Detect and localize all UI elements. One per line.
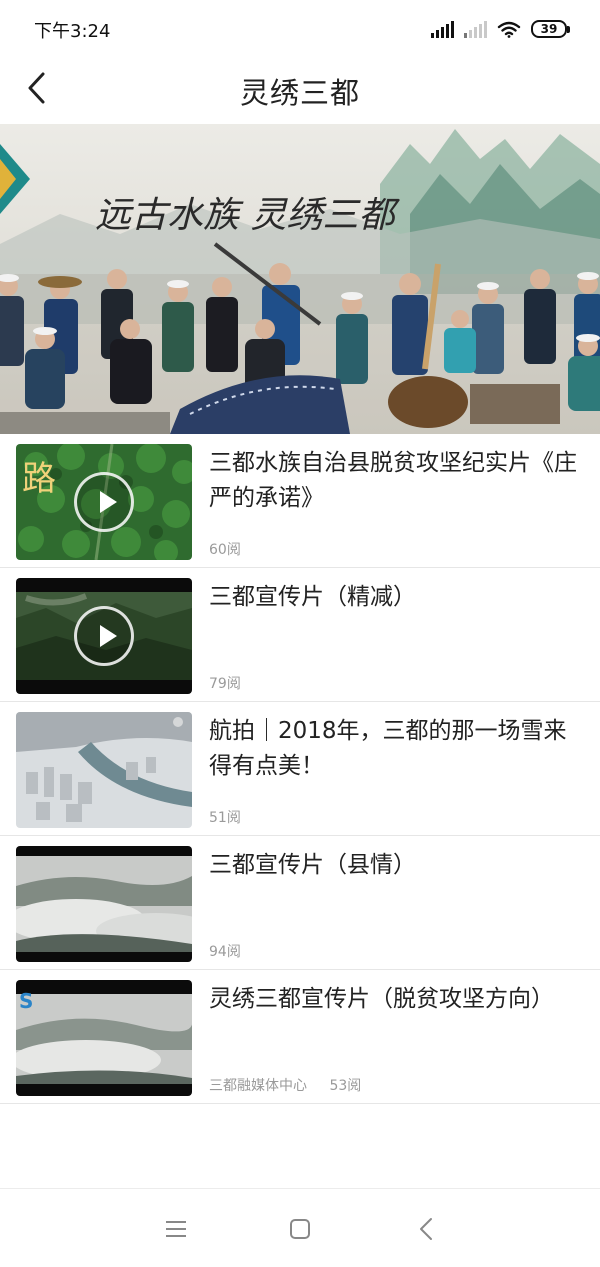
battery-level: 39 <box>531 20 567 38</box>
page-title: 灵绣三都 <box>239 76 360 110</box>
back-icon <box>420 1218 432 1240</box>
thumbnail-image: S <box>16 980 192 1096</box>
svg-text:S: S <box>19 989 33 1013</box>
list-item[interactable]: 三都宣传片（县情） 94阅 <box>0 836 600 970</box>
thumbnail-image <box>16 846 192 962</box>
video-title[interactable]: 三都水族自治县脱贫攻坚纪实片《庄严的承诺》 <box>209 446 585 516</box>
read-count: 60阅 <box>209 542 241 558</box>
video-thumbnail[interactable] <box>16 578 192 694</box>
video-meta: 51阅 <box>209 807 241 827</box>
read-count: 53阅 <box>329 1078 362 1094</box>
video-title[interactable]: 航拍｜2018年，三都的那一场雪来得有点美！ <box>209 714 585 784</box>
thumbnail-image <box>16 712 192 828</box>
status-time: 下午3:24 <box>34 21 111 42</box>
video-meta: 三都融媒体中心 53阅 <box>209 1075 361 1095</box>
video-meta: 60阅 <box>209 539 241 559</box>
video-title[interactable]: 灵绣三都宣传片（脱贫攻坚方向） <box>209 982 585 1017</box>
read-count: 51阅 <box>209 810 241 826</box>
video-thumbnail[interactable] <box>16 712 192 828</box>
video-list: 路 三都水族自治县脱贫攻坚纪实片《庄严的承诺》 60阅 三都宣传片（精减） 79… <box>0 434 600 1104</box>
list-item[interactable]: 航拍｜2018年，三都的那一场雪来得有点美！ 51阅 <box>0 702 600 836</box>
banner-caption: 远古水族 灵绣三都 <box>95 195 400 236</box>
banner-image[interactable]: 远古水族 灵绣三都 <box>0 124 600 434</box>
banner-artwork: 远古水族 灵绣三都 <box>0 124 600 434</box>
video-thumbnail[interactable] <box>16 846 192 962</box>
video-title[interactable]: 三都宣传片（精减） <box>209 580 585 615</box>
play-icon[interactable] <box>74 606 134 666</box>
menu-icon <box>166 1221 186 1237</box>
nav-bar: 灵绣三都 <box>0 56 600 124</box>
status-icons: 39 <box>431 18 570 40</box>
home-square-icon <box>290 1219 310 1239</box>
wifi-icon <box>497 21 521 38</box>
system-back-button[interactable] <box>404 1209 448 1249</box>
video-meta: 79阅 <box>209 673 241 693</box>
list-item[interactable]: 路 三都水族自治县脱贫攻坚纪实片《庄严的承诺》 60阅 <box>0 434 600 568</box>
read-count: 94阅 <box>209 944 241 960</box>
list-item[interactable]: 三都宣传片（精减） 79阅 <box>0 568 600 702</box>
status-bar: 下午3:24 39 <box>0 0 600 56</box>
menu-button[interactable] <box>154 1209 198 1249</box>
video-thumbnail[interactable]: 路 <box>16 444 192 560</box>
home-button[interactable] <box>278 1209 322 1249</box>
video-meta: 94阅 <box>209 941 241 961</box>
list-item[interactable]: S 灵绣三都宣传片（脱贫攻坚方向） 三都融媒体中心 53阅 <box>0 970 600 1104</box>
video-thumbnail[interactable]: S <box>16 980 192 1096</box>
system-nav-bar <box>0 1188 600 1267</box>
video-title[interactable]: 三都宣传片（县情） <box>209 848 585 883</box>
thumbnail-caption: 路 <box>22 459 56 499</box>
signal-weak-icon <box>464 20 487 38</box>
source-name: 三都融媒体中心 <box>209 1078 307 1094</box>
battery-icon: 39 <box>531 20 570 38</box>
signal-icon <box>431 20 454 38</box>
play-icon[interactable] <box>74 472 134 532</box>
read-count: 79阅 <box>209 676 241 692</box>
